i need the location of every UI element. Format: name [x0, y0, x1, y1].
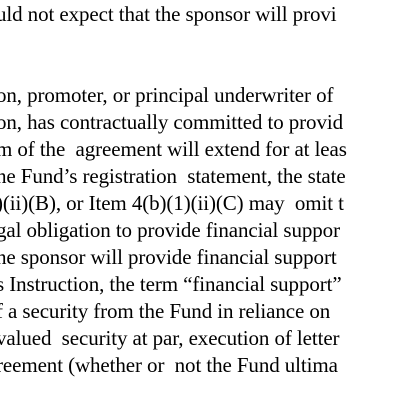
text-line-11: valued security at par, execution of let…: [0, 326, 340, 350]
text-line-7: gal obligation to provide financial supp…: [0, 218, 340, 242]
text-line-6: )(ii)(B), or Item 4(b)(1)(ii)(C) may omi…: [0, 191, 344, 215]
text-line-2: on, promoter, or principal underwriter o…: [0, 83, 334, 107]
text-line-4: m of the agreement will extend for at le…: [0, 137, 347, 161]
text-line-10: f a security from the Fund in reliance o…: [0, 299, 331, 323]
text-line-5: he Fund’s registration statement, the st…: [0, 164, 346, 188]
text-line-9: s Instruction, the term “financial suppo…: [0, 272, 342, 296]
document-page: uld not expect that the sponsor will pro…: [0, 0, 400, 400]
text-line-8: he sponsor will provide financial suppor…: [0, 245, 337, 269]
text-line-3: on, has contractually committed to provi…: [0, 110, 343, 134]
text-line-1: uld not expect that the sponsor will pro…: [0, 2, 337, 26]
text-line-12: reement (whether or not the Fund ultima: [0, 353, 338, 377]
